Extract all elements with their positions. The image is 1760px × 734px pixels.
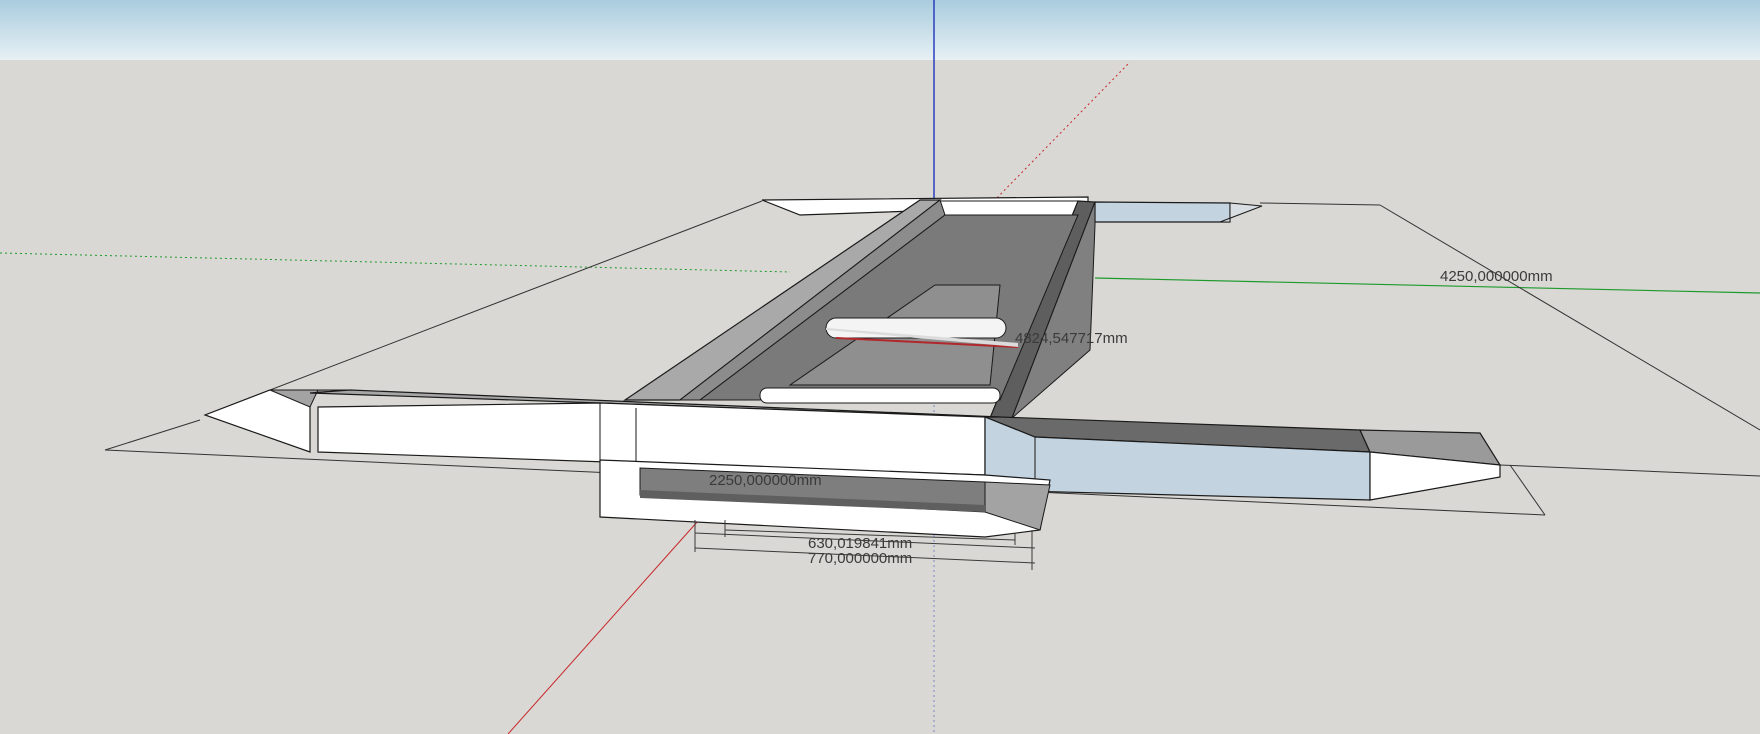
dimension-inner-width-label[interactable]: 2250,000000mm bbox=[709, 472, 822, 489]
sketchup-3d-viewport[interactable]: 4250,000000mm 4824,547717mm 2250,000000m… bbox=[0, 0, 1760, 734]
cylinder-lower[interactable] bbox=[759, 387, 1001, 404]
dimension-diagonal-label[interactable]: 4824,547717mm bbox=[1015, 330, 1128, 347]
sky bbox=[0, 0, 1760, 60]
dimension-length-label[interactable]: 4250,000000mm bbox=[1440, 268, 1553, 285]
dimension-width-b-label[interactable]: 770,000000mm bbox=[808, 550, 912, 567]
